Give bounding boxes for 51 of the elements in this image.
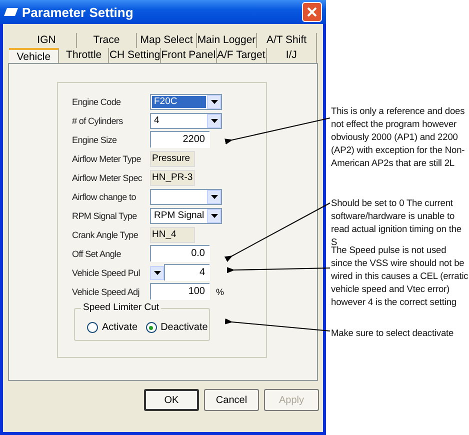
dropdown-field[interactable]: F20C (150, 94, 222, 110)
field-label: Vehicle Speed Pul (72, 268, 141, 278)
field-label: Crank Angle Type (72, 230, 140, 240)
input-field[interactable]: 0.0 (150, 245, 210, 262)
window-title: Parameter Setting (22, 4, 134, 20)
readonly-field: HN_PR-3 (150, 170, 195, 186)
dropdown-button[interactable] (207, 114, 221, 128)
dropdown-field[interactable]: RPM Signal (150, 208, 222, 224)
close-button[interactable] (302, 2, 322, 22)
radio-option[interactable]: Deactivate (146, 322, 208, 333)
dialog-button[interactable]: OK (144, 389, 199, 411)
dialog-button[interactable]: Cancel (204, 389, 259, 411)
tab[interactable]: Map Select (137, 33, 197, 48)
field-label: Airflow change to (72, 192, 137, 202)
field-label: # of Cylinders (72, 116, 124, 126)
readonly-field: Pressure (150, 150, 195, 166)
app-icon (4, 8, 18, 16)
annotation-text: Should be set to 0 The current software/hardware is unable to read actual ignition timing on the S (331, 197, 462, 247)
input-field[interactable]: 100 (150, 283, 210, 300)
field-label: Engine Code (72, 96, 122, 106)
tab[interactable]: A/T Shift (257, 33, 317, 48)
input-field[interactable]: 4 (164, 264, 210, 281)
dropdown-button[interactable] (207, 208, 221, 222)
close-icon (307, 7, 317, 17)
field-label: Vehicle Speed Adj (72, 286, 140, 296)
field-label: RPM Signal Type (72, 210, 138, 220)
field-label: Off Set Angle (72, 248, 122, 258)
dropdown-button[interactable] (150, 266, 164, 280)
readonly-field: HN_4 (150, 226, 195, 242)
caret-icon (210, 214, 218, 218)
dropdown-button[interactable] (207, 190, 221, 204)
caret-icon (210, 118, 218, 122)
dropdown-field[interactable]: 4 (150, 112, 222, 128)
radio-option[interactable]: Activate (87, 322, 138, 333)
caret-icon (154, 270, 160, 274)
field-label: Airflow Meter Spec (72, 172, 144, 182)
dropdown-field[interactable] (150, 188, 222, 204)
tab[interactable]: Trace (77, 33, 137, 48)
tab[interactable]: Main Logger (197, 33, 257, 48)
dropdown-button[interactable] (207, 94, 221, 108)
caret-icon (210, 100, 218, 104)
unit-label: % (216, 286, 224, 296)
field-label: Engine Size (72, 134, 118, 144)
group-title: Speed Limiter Cut (81, 302, 162, 313)
annotation-text: The Speed pulse is not used since the VSS wire should not be wired in this causes a CEL (erratic vehicle speed and Vtec error) however 4 is the correct setting (331, 245, 469, 309)
field-label: Airflow Meter Type (72, 154, 142, 164)
input-field[interactable]: 2200 (150, 131, 210, 148)
caret-icon (210, 194, 218, 198)
annotation-text: Make sure to select deactivate (331, 327, 455, 340)
tab[interactable]: Vehicle (9, 48, 60, 63)
annotation-text: This is only a reference and does not effect the program however obviously 2000 (AP1) and 2200 (AP2) with exception for the Non-American AP2s that are still 2L (331, 105, 466, 170)
